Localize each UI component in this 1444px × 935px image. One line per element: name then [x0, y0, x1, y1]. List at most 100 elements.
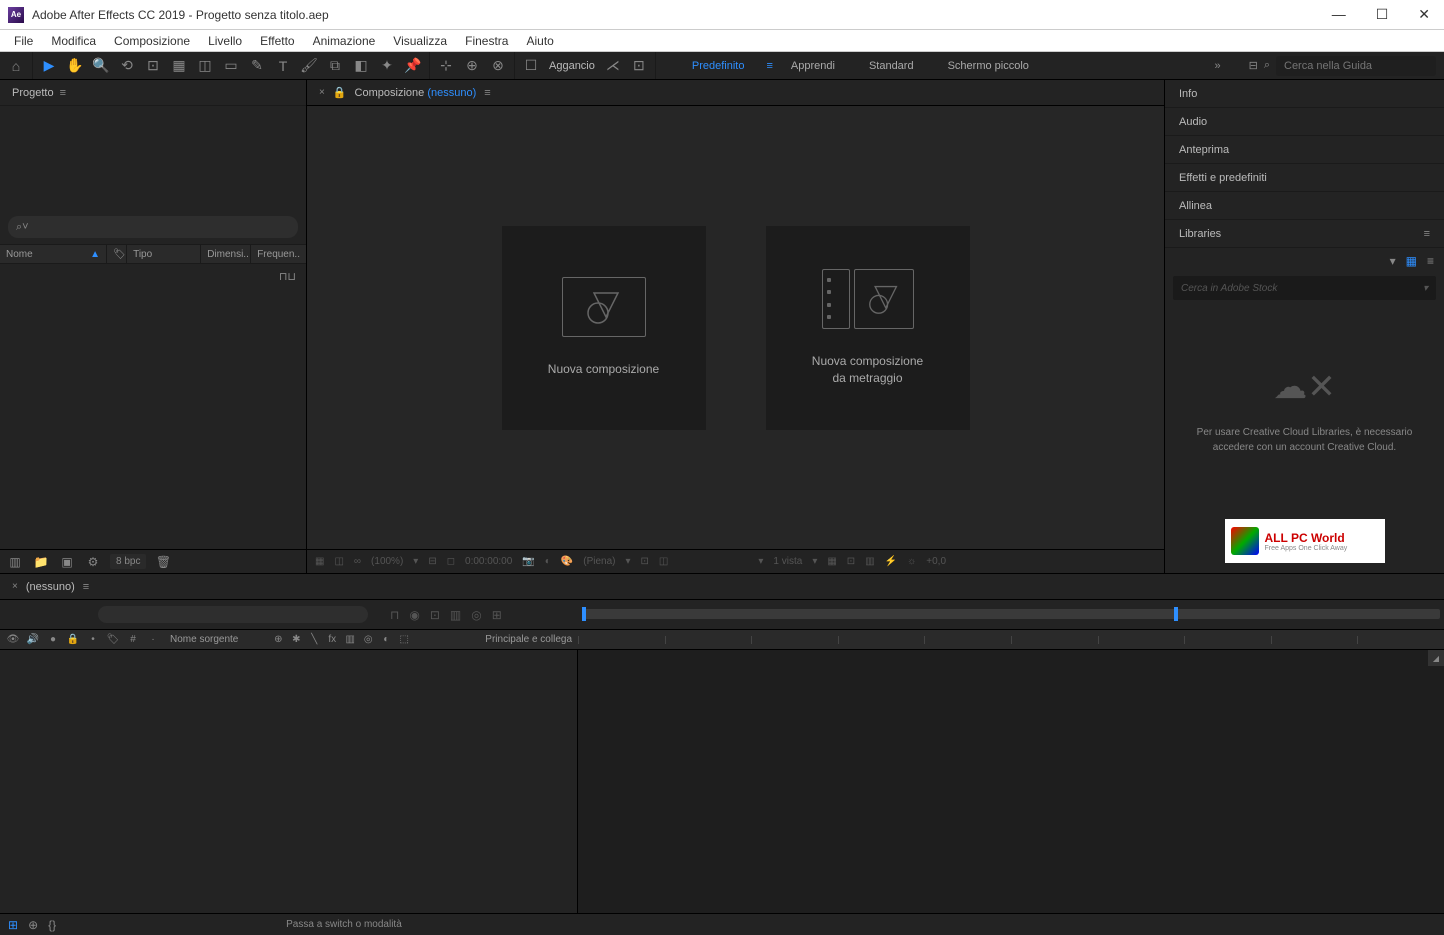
source-name-column[interactable]: Nome sorgente — [170, 634, 238, 645]
draft-3d-icon[interactable]: ◉ — [409, 608, 419, 622]
hide-shy-icon[interactable]: ⊡ — [430, 608, 440, 622]
timeline-scrubber[interactable] — [582, 609, 1440, 619]
hand-tool[interactable]: ✋ — [63, 54, 87, 78]
timeline-layer-list[interactable] — [0, 650, 578, 913]
brush-tool[interactable]: 🖌 — [297, 54, 321, 78]
menu-finestra[interactable]: Finestra — [457, 32, 516, 50]
motion-blur-col-icon[interactable]: ◎ — [361, 633, 375, 647]
timeline-search[interactable] — [98, 606, 368, 623]
workspace-menu-icon[interactable]: ≡ — [766, 60, 772, 72]
menu-modifica[interactable]: Modifica — [43, 32, 104, 50]
comp-tab-close[interactable]: × — [319, 87, 325, 98]
quality-icon[interactable]: ╲ — [307, 633, 321, 647]
index-column-icon[interactable]: # — [126, 633, 140, 647]
comp-lock-icon[interactable]: 🔒 — [333, 86, 347, 99]
pen-tool[interactable]: ✎ — [245, 54, 269, 78]
lock-switch-icon[interactable]: 🔒 — [66, 633, 80, 647]
snap-options-icon[interactable]: ⋌ — [601, 54, 625, 78]
exposure-value[interactable]: +0,0 — [926, 556, 946, 567]
ruler-icon[interactable]: ◫ — [659, 556, 668, 567]
minimize-button[interactable]: — — [1326, 2, 1352, 27]
3d-layer-icon[interactable]: ⬚ — [397, 633, 411, 647]
interpret-footage-icon[interactable]: ▥ — [6, 555, 24, 569]
zoom-tool[interactable]: 🔍 — [89, 54, 113, 78]
panel-allinea[interactable]: Allinea — [1165, 192, 1444, 220]
panel-anteprima[interactable]: Anteprima — [1165, 136, 1444, 164]
project-tab[interactable]: Progetto — [12, 87, 54, 99]
eraser-tool[interactable]: ◧ — [349, 54, 373, 78]
menu-animazione[interactable]: Animazione — [305, 32, 384, 50]
scrub-handle-right[interactable] — [1174, 607, 1178, 621]
delete-icon[interactable]: 🗑 — [154, 555, 172, 569]
search-input[interactable] — [1276, 56, 1436, 76]
close-button[interactable]: ✕ — [1412, 2, 1436, 27]
col-dimensioni[interactable]: Dimensi.. — [201, 245, 251, 263]
maximize-button[interactable]: ☐ — [1370, 2, 1395, 27]
world-axis-icon[interactable]: ⊕ — [460, 54, 484, 78]
show-channel-icon[interactable]: ◐ — [545, 556, 551, 567]
timeline-tab-close[interactable]: × — [12, 581, 18, 592]
timeline-panel-menu-icon[interactable]: ≡ — [83, 581, 89, 593]
toggle-transparent-icon[interactable]: ∞ — [354, 556, 361, 567]
snap-checkbox[interactable]: ☐ — [519, 54, 543, 78]
home-button[interactable]: ⌂ — [4, 54, 28, 78]
menu-file[interactable]: File — [6, 32, 41, 50]
fast-preview-icon[interactable]: ⊡ — [641, 556, 649, 567]
comp-panel-menu-icon[interactable]: ≡ — [484, 87, 490, 99]
comp-tab-label[interactable]: Composizione (nessuno) — [355, 87, 477, 99]
snap-edges-icon[interactable]: ⊡ — [627, 54, 651, 78]
menu-aiuto[interactable]: Aiuto — [518, 32, 561, 50]
roi-icon[interactable]: ◻ — [447, 556, 455, 567]
exposure-icon[interactable]: ☼ — [907, 556, 916, 567]
libraries-menu-icon[interactable]: ≡ — [1424, 228, 1430, 240]
flowchart-icon[interactable]: ⊓⊔ — [279, 270, 296, 283]
panel-info[interactable]: Info — [1165, 80, 1444, 108]
adjustment-icon[interactable]: ◐ — [379, 633, 393, 647]
panel-effetti[interactable]: Effetti e predefiniti — [1165, 164, 1444, 192]
camera-tool[interactable]: ▦ — [167, 54, 191, 78]
resolution-select[interactable]: (Piena) — [583, 556, 615, 567]
view-pixel-icon[interactable]: ▥ — [865, 556, 874, 567]
text-tool[interactable]: T — [271, 54, 295, 78]
timeline-track-area[interactable]: ◢ — [578, 650, 1444, 913]
workspace-predefinito[interactable]: Predefinito — [676, 56, 761, 76]
col-frequenza[interactable]: Frequen.. — [251, 245, 306, 263]
toggle-brackets-icon[interactable]: {} — [48, 918, 56, 932]
menu-visualizza[interactable]: Visualizza — [385, 32, 455, 50]
bpc-indicator[interactable]: 8 bpc — [110, 554, 146, 569]
project-content[interactable]: ⊓⊔ — [0, 264, 306, 549]
new-composition-from-footage-card[interactable]: Nuova composizioneda metraggio — [766, 226, 970, 430]
audio-switch-icon[interactable]: 🔊 — [26, 633, 40, 647]
timeline-ruler[interactable] — [578, 630, 1444, 649]
timecode[interactable]: 0:00:00:00 — [465, 556, 512, 567]
toggle-switches-icon[interactable]: ⊞ — [8, 918, 18, 932]
col-tipo[interactable]: Tipo — [127, 245, 201, 263]
scroll-corner-icon[interactable]: ◢ — [1428, 650, 1444, 666]
rectangle-tool[interactable]: ▭ — [219, 54, 243, 78]
resolution-icon[interactable]: ⊟ — [428, 556, 436, 567]
collapse-icon[interactable]: ✱ — [289, 633, 303, 647]
toggle-alpha-icon[interactable]: ▦ — [315, 556, 324, 567]
view-layout-icon[interactable]: ▦ — [827, 556, 836, 567]
label-switch-icon[interactable]: 🏷 — [106, 633, 120, 647]
clone-tool[interactable]: ⧉ — [323, 54, 347, 78]
parent-column[interactable]: Principale e collega — [485, 634, 572, 645]
workspace-standard[interactable]: Standard — [853, 56, 930, 76]
new-comp-icon[interactable]: ▣ — [58, 555, 76, 569]
col-label-icon[interactable]: 🏷 — [107, 245, 127, 263]
zoom-level[interactable]: (100%) — [371, 556, 403, 567]
puppet-tool[interactable]: 📌 — [401, 54, 425, 78]
toggle-mask-icon[interactable]: ◫ — [334, 556, 343, 567]
project-search[interactable]: ⌕˅ — [8, 216, 298, 238]
view-count[interactable]: 1 vista — [773, 556, 802, 567]
panel-overflow-icon[interactable]: ⊟ — [1249, 59, 1258, 72]
workspace-apprendi[interactable]: Apprendi — [775, 56, 851, 76]
lib-grid-view-icon[interactable]: ▦ — [1406, 254, 1417, 268]
timeline-tab[interactable]: (nessuno) — [26, 581, 75, 593]
project-settings-icon[interactable]: ⚙ — [84, 555, 102, 569]
effects-icon[interactable]: fx — [325, 633, 339, 647]
new-composition-card[interactable]: Nuova composizione — [502, 226, 706, 430]
selection-tool[interactable]: ▶ — [37, 54, 61, 78]
view-axis-icon[interactable]: ⊗ — [486, 54, 510, 78]
orbit-tool[interactable]: ⟲ — [115, 54, 139, 78]
